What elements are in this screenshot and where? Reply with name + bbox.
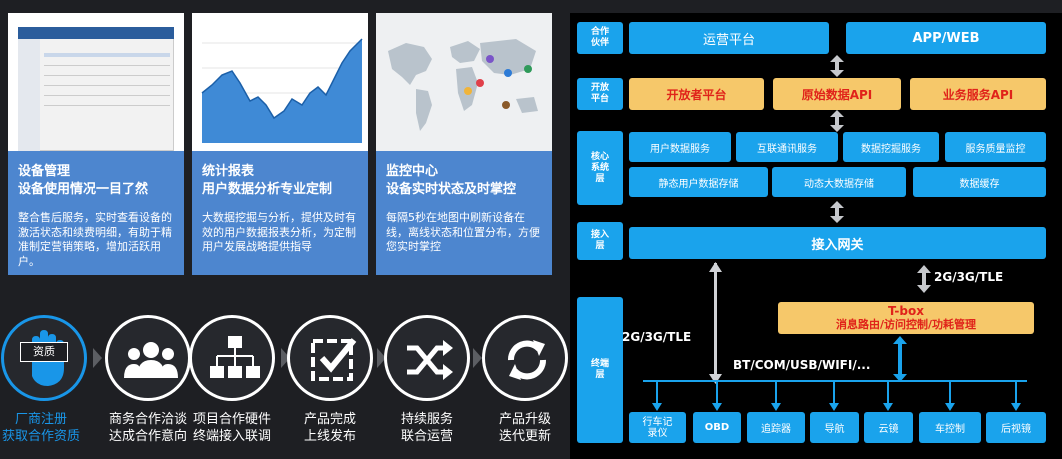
terminal-car-control: 车控制 [919, 412, 981, 443]
card-description: 大数据挖掘与分析，提供及时有效的用户数据报表分析，为定制用户发展战略提供指导 [202, 211, 356, 253]
open-raw-data-api: 原始数据API [773, 78, 901, 110]
bus-drop-arrow [771, 403, 781, 411]
card-monitoring: 监控中心 设备实时状态及时掌控 每隔5秒在地图中刷新设备在线，离线状态和位置分布… [376, 13, 552, 275]
up-down-arrow-icon [830, 55, 844, 77]
bus-drop-line [1015, 381, 1017, 405]
core-static-storage: 静态用户数据存储 [629, 167, 768, 197]
up-down-arrow-icon [830, 110, 844, 132]
partner-ops-platform: 运营平台 [629, 22, 829, 54]
core-dynamic-storage: 动态大数据存储 [772, 167, 906, 197]
bus-drop-line [656, 381, 658, 405]
network-label: 2G/3G/TLE [934, 270, 1004, 284]
step-register: 资质 [1, 315, 87, 401]
network-label: 2G/3G/TLE [622, 330, 692, 344]
step-label: 厂商注册 获取合作资质 [1, 412, 80, 444]
bus-drop-arrow [945, 403, 955, 411]
card-description: 整合售后服务，实时查看设备的激活状态和续费明细，有助于精准制定营销策略，增加活跃… [18, 211, 172, 268]
refresh-icon [507, 340, 547, 380]
open-dev-platform: 开放者平台 [629, 78, 764, 110]
bus-drop-arrow [829, 403, 839, 411]
core-data-cache: 数据缓存 [913, 167, 1046, 197]
tbox-subtitle: 消息路由/访问控制/功耗管理 [835, 318, 977, 331]
card-description: 每隔5秒在地图中刷新设备在线，离线状态和位置分布，方便您实时掌控 [386, 211, 540, 253]
step-integration [189, 315, 275, 401]
terminal-rearview-mirror: 后视镜 [986, 412, 1046, 443]
tbox-title: T-box [888, 304, 924, 318]
bus-drop-line [887, 381, 889, 405]
tbox: T-box 消息路由/访问控制/功耗管理 [778, 302, 1034, 334]
bus-drop-line [949, 381, 951, 405]
step-arrow [473, 348, 482, 368]
step-label: 持续服务 联合运营 [400, 412, 453, 444]
step-release [287, 315, 373, 401]
step-label: 产品升级 迭代更新 [498, 412, 551, 444]
partner-app-web: APP/WEB [846, 22, 1046, 54]
bus-drop-arrow [1011, 403, 1021, 411]
terminal-cloud-mirror: 云镜 [864, 412, 913, 443]
arrow-up-icon [709, 262, 722, 272]
up-down-arrow-icon [830, 201, 844, 223]
core-data-mining-service: 数据挖掘服务 [843, 132, 939, 162]
bus-line [643, 380, 1027, 382]
layer-label: 合作 伙伴 [577, 22, 623, 54]
checkbox-icon [311, 338, 357, 381]
card-device-management: 设备管理 设备使用情况一目了然 整合售后服务，实时查看设备的激活状态和续费明细，… [8, 13, 184, 275]
layer-label: 开放 平台 [577, 78, 623, 110]
bus-drop-line [716, 381, 718, 405]
layer-label: 终端 层 [577, 297, 623, 443]
card-title: 设备管理 设备使用情况一目了然 [18, 164, 149, 197]
up-down-arrow-icon [893, 336, 907, 382]
layer-label: 接入 层 [577, 222, 623, 260]
step-operate [384, 315, 470, 401]
area-chart-thumbnail [192, 13, 368, 151]
bus-drop-arrow [883, 403, 893, 411]
terminal-tracker: 追踪器 [747, 412, 805, 443]
terminal-obd: OBD [693, 412, 741, 443]
access-gateway: 接入网关 [629, 227, 1046, 259]
shuffle-icon [407, 340, 453, 380]
bus-drop-arrow [652, 403, 662, 411]
up-down-arrow-icon [917, 265, 931, 293]
core-communication-service: 互联通讯服务 [736, 132, 838, 162]
open-business-api: 业务服务API [910, 78, 1046, 110]
core-user-data-service: 用户数据服务 [629, 132, 731, 162]
step-arrow [93, 348, 102, 368]
bus-label: BT/COM/USB/WIFI/... [733, 358, 871, 372]
org-chart-icon [210, 336, 260, 378]
core-quality-monitor: 服务质量监控 [945, 132, 1046, 162]
terminal-dashcam: 行车记 录仪 [629, 412, 686, 443]
connector-line [714, 263, 717, 380]
card-title: 统计报表 用户数据分析专业定制 [202, 164, 333, 197]
qualification-badge: 资质 [20, 342, 68, 362]
step-label: 产品完成 上线发布 [303, 412, 356, 444]
bus-drop-arrow [712, 403, 722, 411]
dashboard-screenshot [8, 13, 184, 151]
terminal-navigation: 导航 [810, 412, 859, 443]
people-icon [124, 342, 178, 378]
step-label: 项目合作硬件 终端接入联调 [192, 412, 271, 444]
step-negotiate [105, 315, 191, 401]
card-title: 监控中心 设备实时状态及时掌控 [386, 164, 517, 197]
card-statistics: 统计报表 用户数据分析专业定制 大数据挖掘与分析，提供及时有效的用户数据报表分析… [192, 13, 368, 275]
bus-drop-line [833, 381, 835, 405]
world-map-thumbnail [376, 13, 552, 151]
bus-drop-line [775, 381, 777, 405]
step-upgrade [482, 315, 568, 401]
layer-label: 核心 系统 层 [577, 131, 623, 205]
